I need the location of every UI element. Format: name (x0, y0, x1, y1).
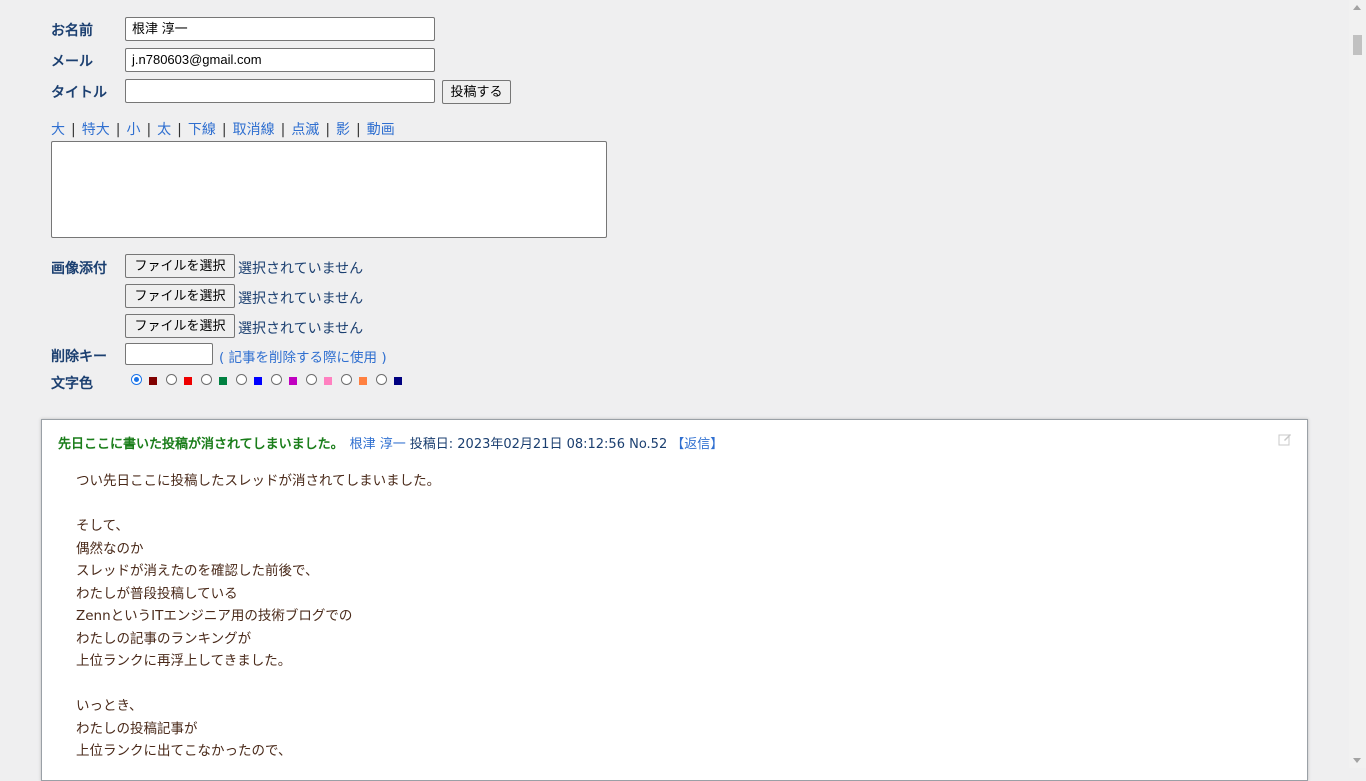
scroll-down-icon[interactable] (1353, 758, 1361, 763)
deco-small-link[interactable]: 小 (126, 122, 140, 138)
deco-bold-link[interactable]: 太 (157, 122, 171, 138)
file-status-1: 選択されていません (238, 261, 364, 277)
submit-button[interactable]: 投稿する (442, 80, 511, 104)
file-status-3: 選択されていません (238, 321, 364, 337)
name-input[interactable]: 根津 淳一 (125, 17, 435, 41)
color-swatch-2 (184, 377, 192, 385)
file-select-button-1[interactable]: ファイルを選択 (125, 254, 235, 278)
mail-label: メール (51, 54, 93, 70)
separator: | (146, 122, 152, 138)
color-swatch-6 (324, 377, 332, 385)
scrollbar-thumb[interactable] (1353, 35, 1362, 55)
post-body: つい先日ここに投稿したスレッドが消されてしまいました。 そして、 偶然なのか ス… (76, 473, 441, 759)
reply-link[interactable]: 【返信】 (671, 437, 723, 452)
deco-strike-link[interactable]: 取消線 (233, 122, 275, 138)
separator: | (280, 122, 286, 138)
decoration-toolbar: 大 | 特大 | 小 | 太 | 下線 | 取消線 | 点滅 | 影 | 動画 (51, 119, 395, 139)
separator: | (356, 122, 361, 138)
deco-video-link[interactable]: 動画 (367, 122, 395, 138)
color-radio-6[interactable] (306, 374, 317, 385)
color-swatch-7 (359, 377, 367, 385)
color-swatch-8 (394, 377, 402, 385)
name-label: お名前 (51, 23, 93, 39)
message-textarea[interactable] (51, 141, 607, 238)
image-attach-label: 画像添付 (51, 261, 107, 277)
deco-blink-link[interactable]: 点滅 (291, 122, 319, 138)
delete-key-label: 削除キー (51, 349, 107, 365)
file-select-button-2[interactable]: ファイルを選択 (125, 284, 235, 308)
color-radio-4[interactable] (236, 374, 247, 385)
color-radio-8[interactable] (376, 374, 387, 385)
color-radio-1[interactable] (131, 374, 142, 385)
color-radio-5[interactable] (271, 374, 282, 385)
post-meta: 投稿日: 2023年02月21日 08:12:56 No.52 (409, 437, 668, 452)
post-title: 先日ここに書いた投稿が消されてしまいました。 (58, 437, 344, 452)
separator: | (115, 122, 121, 138)
post-header: 先日ここに書いた投稿が消されてしまいました。 根津 淳一 投稿日: 2023年02月… (58, 433, 723, 452)
edit-icon[interactable] (1278, 432, 1292, 446)
scroll-up-icon[interactable] (1353, 5, 1361, 10)
color-radio-7[interactable] (341, 374, 352, 385)
separator: | (177, 122, 182, 138)
color-swatch-1 (149, 377, 157, 385)
post-author-link[interactable]: 根津 淳一 (350, 437, 406, 452)
separator: | (325, 122, 331, 138)
file-select-button-3[interactable]: ファイルを選択 (125, 314, 235, 338)
file-status-2: 選択されていません (238, 291, 364, 307)
separator: | (71, 122, 76, 138)
color-swatch-3 (219, 377, 227, 385)
color-radio-2[interactable] (166, 374, 177, 385)
color-swatch-4 (254, 377, 262, 385)
mail-input[interactable]: j.n780603@gmail.com (125, 48, 435, 72)
post-card: 先日ここに書いた投稿が消されてしまいました。 根津 淳一 投稿日: 2023年02月… (41, 419, 1308, 781)
text-color-label: 文字色 (51, 376, 93, 392)
delete-key-note: ( 記事を削除する際に使用 ) (219, 350, 387, 366)
delete-key-input[interactable] (125, 343, 213, 365)
page-scrollbar[interactable] (1349, 0, 1366, 768)
title-input[interactable] (125, 79, 435, 103)
color-radio-3[interactable] (201, 374, 212, 385)
deco-shadow-link[interactable]: 影 (336, 122, 350, 138)
color-swatch-5 (289, 377, 297, 385)
title-label: タイトル (51, 85, 107, 101)
deco-large-link[interactable]: 大 (51, 122, 65, 138)
deco-underline-link[interactable]: 下線 (188, 122, 216, 138)
deco-xlarge-link[interactable]: 特大 (82, 122, 110, 138)
separator: | (221, 122, 227, 138)
